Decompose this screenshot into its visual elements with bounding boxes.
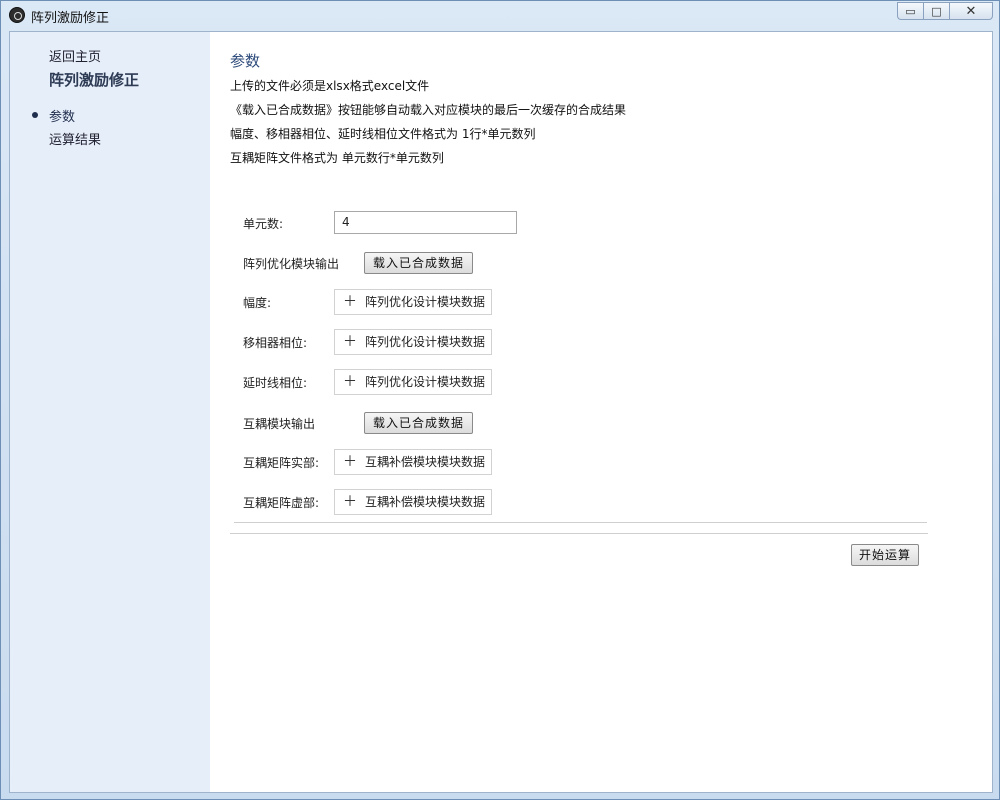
unit-count-row: 单元数: <box>243 211 283 235</box>
upload-label: 阵列优化设计模块数据 <box>365 295 486 309</box>
coupling-real-label: 互耦矩阵实部: <box>243 455 320 470</box>
coupling-imag-upload-button[interactable]: ＋ 互耦补偿模块模块数据 <box>334 489 493 515</box>
delay-line-row: 延时线相位: <box>243 370 307 394</box>
sidebar-item-label: 参数 <box>49 110 76 125</box>
coupling-output-row: 互耦模块输出 <box>243 411 315 435</box>
restore-icon: □ <box>931 4 942 18</box>
window-title: 阵列激励修正 <box>31 11 110 26</box>
sidebar: 返回主页 阵列激励修正 参数 运算结果 <box>10 32 210 792</box>
upload-label: 阵列优化设计模块数据 <box>365 375 486 389</box>
restore-button[interactable]: □ <box>923 2 949 20</box>
sidebar-item-results[interactable]: 运算结果 <box>49 129 101 148</box>
phase-shifter-upload-button[interactable]: ＋ 阵列优化设计模块数据 <box>334 329 493 355</box>
array-opt-output-row: 阵列优化模块输出 <box>243 251 339 275</box>
phase-shifter-row: 移相器相位: <box>243 330 307 354</box>
plus-icon: ＋ <box>343 374 357 390</box>
note-line: 《载入已合成数据》按钮能够自动载入对应模块的最后一次缓存的合成结果 <box>230 103 627 117</box>
coupling-real-upload-button[interactable]: ＋ 互耦补偿模块模块数据 <box>334 449 493 475</box>
delay-line-upload-button[interactable]: ＋ 阵列优化设计模块数据 <box>334 369 493 395</box>
form-divider <box>234 522 927 523</box>
coupling-output-label: 互耦模块输出 <box>243 416 316 431</box>
app-window: 阵列激励修正 ▭ □ ✕ 返回主页 阵列激励修正 参数 运算结果 参数 上传的文… <box>0 0 1000 800</box>
sidebar-item-label: 运算结果 <box>49 133 102 148</box>
phase-shifter-label: 移相器相位: <box>243 335 308 350</box>
coupling-imag-row: 互耦矩阵虚部: <box>243 490 319 514</box>
unit-count-input[interactable]: 4 <box>334 211 517 234</box>
upload-label: 互耦补偿模块模块数据 <box>365 455 486 469</box>
minimize-button[interactable]: ▭ <box>897 2 923 20</box>
amplitude-upload-button[interactable]: ＋ 阵列优化设计模块数据 <box>334 289 493 315</box>
delay-line-label: 延时线相位: <box>243 375 308 390</box>
sidebar-item-params[interactable]: 参数 <box>32 106 76 125</box>
coupling-real-row: 互耦矩阵实部: <box>243 450 319 474</box>
close-button[interactable]: ✕ <box>949 2 993 20</box>
active-bullet-icon <box>32 112 38 118</box>
plus-icon: ＋ <box>343 334 357 350</box>
minimize-icon: ▭ <box>905 4 916 18</box>
load-synthesized-button[interactable]: 载入已合成数据 <box>364 412 474 434</box>
main-content: 参数 上传的文件必须是xlsx格式excel文件 《载入已合成数据》按钮能够自动… <box>210 32 992 792</box>
section-title: 参数 <box>230 52 261 70</box>
window-controls: ▭ □ ✕ <box>897 2 993 20</box>
back-home-link[interactable]: 返回主页 <box>49 46 101 65</box>
plus-icon: ＋ <box>343 494 357 510</box>
amplitude-label: 幅度: <box>243 295 272 310</box>
app-logo-icon <box>9 7 25 23</box>
plus-icon: ＋ <box>343 454 357 470</box>
sidebar-title: 阵列激励修正 <box>49 71 140 89</box>
title-bar[interactable]: 阵列激励修正 ▭ □ ✕ <box>1 1 999 29</box>
unit-count-label: 单元数: <box>243 216 284 231</box>
array-opt-output-label: 阵列优化模块输出 <box>243 256 340 271</box>
note-line: 上传的文件必须是xlsx格式excel文件 <box>230 79 430 93</box>
plus-icon: ＋ <box>343 294 357 310</box>
upload-label: 互耦补偿模块模块数据 <box>365 495 486 509</box>
upload-label: 阵列优化设计模块数据 <box>365 335 486 349</box>
close-icon: ✕ <box>965 3 977 19</box>
amplitude-row: 幅度: <box>243 290 271 314</box>
client-area: 返回主页 阵列激励修正 参数 运算结果 参数 上传的文件必须是xlsx格式exc… <box>9 31 993 793</box>
load-synthesized-button[interactable]: 载入已合成数据 <box>364 252 474 274</box>
coupling-imag-label: 互耦矩阵虚部: <box>243 495 320 510</box>
start-compute-button[interactable]: 开始运算 <box>851 544 920 566</box>
note-line: 互耦矩阵文件格式为 单元数行*单元数列 <box>230 151 444 165</box>
note-line: 幅度、移相器相位、延时线相位文件格式为 1行*单元数列 <box>230 127 536 141</box>
footer-divider <box>230 533 928 534</box>
